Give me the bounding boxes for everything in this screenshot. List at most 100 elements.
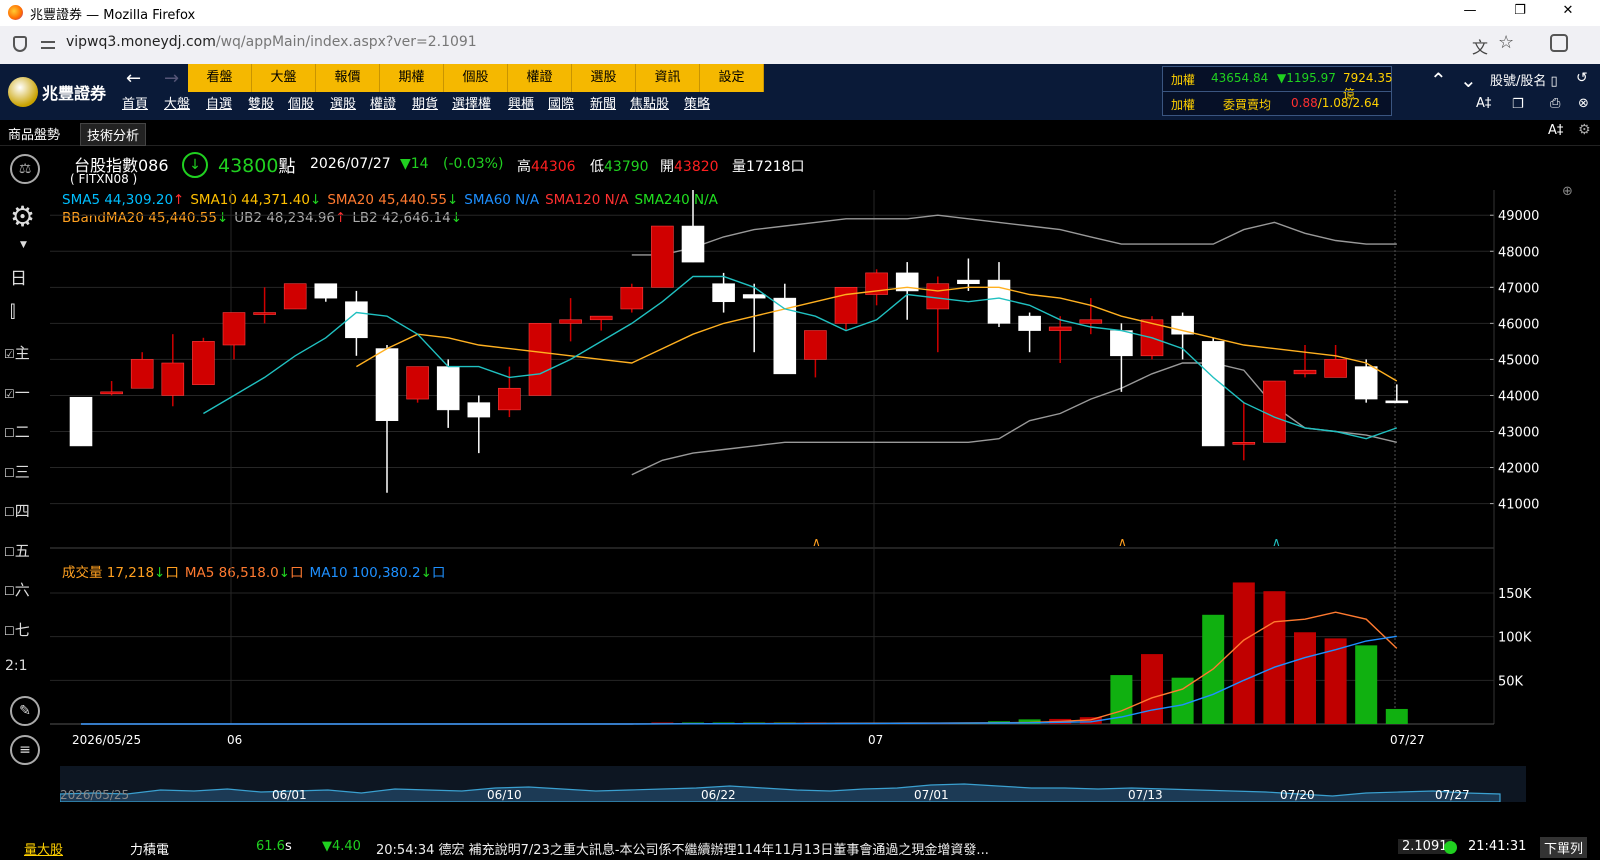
stock-search-button[interactable]: 股號/股名 ▯ xyxy=(1490,70,1558,89)
candle-body xyxy=(1385,400,1409,404)
checkbox-icon[interactable]: ☑ xyxy=(4,387,15,401)
menu-lines-icon[interactable]: ≡ xyxy=(10,735,40,765)
indicator-slot-label: 六 xyxy=(14,581,30,599)
index-label: 加權 xyxy=(1171,73,1196,87)
indicator-slot-label: 三 xyxy=(14,462,30,481)
menu-bottom-6[interactable]: 權證 xyxy=(370,95,396,115)
news-headline[interactable]: 20:54:34 德宏 補充說明7/23之重大訊息-本公司係不繼續辦理114年1… xyxy=(376,839,989,858)
day-period-button[interactable]: 日 xyxy=(10,264,27,289)
checkbox-icon[interactable]: ☐ xyxy=(4,505,15,519)
translate-icon[interactable]: 文 xyxy=(1472,34,1488,58)
volume-bar xyxy=(1263,591,1286,724)
candle-body xyxy=(589,315,613,321)
navigator-label: 07/27 xyxy=(1435,788,1470,802)
maximize-button[interactable]: ❐ xyxy=(1500,3,1540,18)
checkbox-icon[interactable]: ☐ xyxy=(4,426,15,440)
menu-bottom-7[interactable]: 期貨 xyxy=(412,95,438,115)
logo-emblem-icon xyxy=(8,77,38,107)
order-bar-button[interactable]: 下單列 xyxy=(1540,837,1588,858)
volume-bar xyxy=(1294,632,1316,724)
menu-bottom-3[interactable]: 雙股 xyxy=(248,95,274,115)
settings-small-icon[interactable]: ⚙ xyxy=(1578,122,1591,138)
left-toolbar: ⚖ ⚙ ▼ 日 ⫿ ☑主 ☑一 ☐二 ☐三 ☐四 ☐五 ☐六 ☐七 2:1 ✎ ≡ xyxy=(0,146,50,796)
shield-icon[interactable] xyxy=(13,36,27,52)
candle-body xyxy=(834,287,858,324)
time-navigator[interactable]: 2026/05/25 06/01 06/10 06/22 07/01 07/13 07/20… xyxy=(60,766,1526,802)
checkbox-icon[interactable]: ☐ xyxy=(4,466,15,480)
scroll-up-icon[interactable]: ⌃ xyxy=(1430,68,1447,92)
checkbox-icon[interactable]: ☐ xyxy=(4,545,15,559)
menu-bottom-8[interactable]: 選擇權 xyxy=(452,95,491,115)
volume-leaders-tab[interactable]: 量大股 xyxy=(24,839,63,858)
chevron-down-icon[interactable]: ▼ xyxy=(20,240,27,250)
price-chart[interactable]: 41000 42000 43000 44000 45000 46000 47000 48000… xyxy=(50,146,1600,786)
navigator-label: 07/01 xyxy=(914,788,949,802)
bookmark-star-icon[interactable]: ☆ xyxy=(1498,32,1514,53)
app-logo[interactable]: 兆豐證券 xyxy=(8,72,112,112)
tab-market-overview[interactable]: 商品盤勢 xyxy=(8,124,60,143)
indicator-slot-3[interactable]: ☐三 xyxy=(4,461,30,482)
indicator-slot-4[interactable]: ☐四 xyxy=(4,500,30,521)
menu-bottom-13[interactable]: 策略 xyxy=(684,95,710,115)
menu-bottom-0[interactable]: 首頁 xyxy=(122,95,148,115)
indicator-slot-0[interactable]: ☑主 xyxy=(4,342,30,363)
checkbox-icon[interactable]: ☐ xyxy=(4,624,15,638)
navigator-label: 06/10 xyxy=(487,788,522,802)
indicator-slot-5[interactable]: ☐五 xyxy=(4,540,30,561)
print-icon[interactable]: ⎙ xyxy=(1550,96,1560,111)
tab-technical-analysis[interactable]: 技術分析 xyxy=(80,123,147,146)
indicator-slot-1[interactable]: ☑一 xyxy=(4,382,30,403)
indicator-slot-6[interactable]: ☐六 xyxy=(4,579,30,600)
candle-body xyxy=(69,396,93,447)
font-size-button-2[interactable]: A‡ xyxy=(1548,123,1563,138)
page-info-icon[interactable] xyxy=(40,38,56,52)
book-icon: ▯ xyxy=(1550,74,1558,89)
menu-bottom-10[interactable]: 國際 xyxy=(548,95,574,115)
checkbox-icon[interactable]: ☐ xyxy=(4,584,15,598)
candle-body xyxy=(1293,369,1317,375)
menu-bottom-11[interactable]: 新聞 xyxy=(590,95,616,115)
candle-type-icon[interactable]: ⫿ xyxy=(10,302,15,322)
ratio-label[interactable]: 2:1 xyxy=(5,658,28,674)
minimize-button[interactable]: — xyxy=(1450,3,1490,18)
menu-bottom-4[interactable]: 個股 xyxy=(288,95,314,115)
indicator-slot-7[interactable]: ☐七 xyxy=(4,619,30,640)
window-titlebar: 兆豐證券 — Mozilla Firefox — ❐ ✕ xyxy=(0,0,1600,26)
indicator-slot-2[interactable]: ☐二 xyxy=(4,421,30,442)
checkbox-icon[interactable]: ☑ xyxy=(4,347,15,361)
menu-bottom-row: 首頁 大盤 自選 雙股 個股 選股 權證 期貨 選擇權 興櫃 國際 新聞 焦點股 策略 xyxy=(122,64,742,120)
candle-body xyxy=(1110,330,1133,357)
menu-bottom-2[interactable]: 自選 xyxy=(206,95,232,115)
window-icon[interactable]: ❐ xyxy=(1512,97,1524,112)
ticker-price-suffix: s xyxy=(284,839,292,854)
close-button[interactable]: ✕ xyxy=(1548,3,1588,18)
extensions-icon[interactable] xyxy=(1550,34,1568,52)
menu-bottom-5[interactable]: 選股 xyxy=(330,95,356,115)
price-tick-label: 45000 xyxy=(1498,353,1539,368)
price-tick-label: 44000 xyxy=(1498,389,1539,404)
signal-marker: ∧ xyxy=(1272,535,1281,549)
index-panel: 加權 43654.84 ▼1195.97 7924.35億 加權 委買賣均 0.… xyxy=(1162,66,1393,116)
menu-bottom-9[interactable]: 興櫃 xyxy=(508,95,534,115)
x-tick-label: 06 xyxy=(227,733,242,747)
gear-icon[interactable]: ⚙ xyxy=(10,200,35,233)
close-circle-icon[interactable]: ⊗ xyxy=(1578,96,1589,111)
menu-bottom-1[interactable]: 大盤 xyxy=(164,95,190,115)
volume-tick-label: 100K xyxy=(1498,631,1532,646)
draw-pencil-icon[interactable]: ✎ xyxy=(10,696,40,726)
clock-time: 21:41:31 xyxy=(1468,839,1527,854)
candle-body xyxy=(712,283,735,303)
url-path: /wq/appMain/index.aspx?ver=2.1091 xyxy=(215,34,477,50)
candle-body xyxy=(528,323,552,396)
menu-bottom-12[interactable]: 焦點股 xyxy=(630,95,669,115)
scale-icon[interactable]: ⚖ xyxy=(10,154,40,184)
address-field[interactable]: vipwq3.moneydj.com/wq/appMain/index.aspx… xyxy=(66,34,477,50)
font-size-button[interactable]: A‡ xyxy=(1476,96,1491,111)
candle-body xyxy=(161,362,185,396)
undo-icon[interactable]: ↺ xyxy=(1576,70,1588,86)
scroll-down-icon[interactable]: ⌄ xyxy=(1460,68,1477,92)
url-host: vipwq3.moneydj.com xyxy=(66,34,216,50)
price-tick-label: 48000 xyxy=(1498,245,1539,260)
volume-bar xyxy=(1141,654,1163,724)
signal-marker: ∧ xyxy=(1118,535,1127,549)
